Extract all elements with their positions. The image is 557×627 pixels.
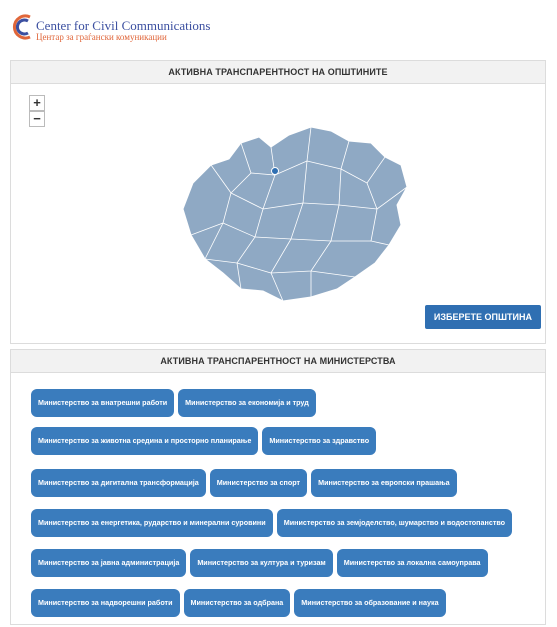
ministry-row: Министерство за надворешни работи Минист…: [31, 589, 446, 617]
ministry-row: Министерство за јавна администрација Мин…: [31, 549, 488, 577]
ministry-button[interactable]: Министерство за внатрешни работи: [31, 389, 175, 417]
ministry-row: Министерство за животна средина и просто…: [31, 427, 377, 455]
ministry-button[interactable]: Министерство за локална самоуправа: [336, 549, 488, 577]
ministry-button[interactable]: Министерство за здравство: [262, 427, 377, 455]
ministry-button[interactable]: Министерство за одбрана: [183, 589, 291, 617]
ministries-panel-title: АКТИВНА ТРАНСПАРЕНТНОСТ НА МИНИСТЕРСТВА: [11, 350, 545, 373]
zoom-out-button[interactable]: −: [29, 111, 45, 127]
municipalities-panel-title: АКТИВНА ТРАНСПАРЕНТНОСТ НА ОПШТИНИТЕ: [11, 61, 545, 84]
ministry-button[interactable]: Министерство за култура и туризам: [190, 549, 333, 577]
ministry-button[interactable]: Министерство за енергетика, рударство и …: [31, 509, 273, 537]
ministry-row: Министерство за дигитална трансформација…: [31, 469, 457, 497]
zoom-in-button[interactable]: +: [29, 95, 45, 111]
ministry-button[interactable]: Министерство за дигитална трансформација: [31, 469, 206, 497]
ministry-button[interactable]: Министерство за образование и наука: [294, 589, 446, 617]
location-marker-icon[interactable]: [271, 167, 279, 175]
site-logo[interactable]: Center for Civil Communications Центар з…: [8, 12, 268, 50]
ministry-button[interactable]: Министерство за јавна администрација: [31, 549, 187, 577]
ministry-button[interactable]: Министерство за економија и труд: [178, 389, 316, 417]
ministry-button[interactable]: Министерство за земјоделство, шумарство …: [276, 509, 513, 537]
macedonia-map-shape[interactable]: [182, 126, 408, 302]
ministry-button[interactable]: Министерство за животна средина и просто…: [31, 427, 259, 455]
ministry-row: Министерство за внатрешни работи Министе…: [31, 389, 316, 417]
select-municipality-button[interactable]: ИЗБЕРЕТЕ ОПШТИНА: [424, 305, 541, 329]
municipalities-panel: АКТИВНА ТРАНСПАРЕНТНОСТ НА ОПШТИНИТЕ + −: [10, 60, 546, 344]
ministry-button[interactable]: Министерство за европски прашања: [311, 469, 457, 497]
ministry-button[interactable]: Министерство за спорт: [209, 469, 308, 497]
ministry-button[interactable]: Министерство за надворешни работи: [31, 589, 180, 617]
logo-title-mk: Центар за граѓански комуникации: [36, 32, 167, 42]
ministries-panel: АКТИВНА ТРАНСПАРЕНТНОСТ НА МИНИСТЕРСТВА …: [10, 349, 546, 625]
logo-icon: [12, 14, 31, 40]
municipalities-map[interactable]: [171, 113, 421, 313]
ministry-row: Министерство за енергетика, рударство и …: [31, 509, 513, 537]
